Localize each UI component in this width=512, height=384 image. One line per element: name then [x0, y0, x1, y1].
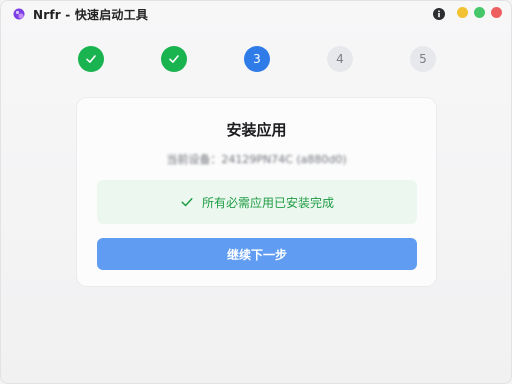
- step-4-pending: 4: [327, 46, 353, 72]
- check-icon: [181, 198, 193, 207]
- close-button[interactable]: [491, 7, 502, 18]
- stepper: 3 4 5: [1, 46, 511, 72]
- check-icon: [86, 55, 96, 63]
- success-message: 所有必需应用已安装完成: [201, 195, 334, 210]
- device-info: 当前设备：24129PN74C (a880d0): [166, 153, 347, 166]
- check-icon: [169, 55, 179, 63]
- info-icon[interactable]: [433, 8, 445, 20]
- install-card: 安装应用 当前设备：24129PN74C (a880d0) 所有必需应用已安装完…: [77, 98, 436, 286]
- title-bar: Nrfr - 快速启动工具: [1, 1, 511, 27]
- success-banner: 所有必需应用已安装完成: [97, 180, 417, 224]
- app-window: Nrfr - 快速启动工具 3 4 5 安装应用 当前设备：24129PN74C…: [0, 0, 512, 384]
- app-logo-icon: [13, 8, 25, 20]
- card-title: 安装应用: [226, 121, 287, 139]
- step-1-complete: [78, 46, 104, 72]
- maximize-button[interactable]: [474, 7, 485, 18]
- step-3-current: 3: [244, 46, 270, 72]
- next-step-button[interactable]: 继续下一步: [97, 238, 417, 270]
- window-title: Nrfr - 快速启动工具: [33, 8, 149, 22]
- step-2-complete: [161, 46, 187, 72]
- step-5-pending: 5: [410, 46, 436, 72]
- minimize-button[interactable]: [457, 7, 468, 18]
